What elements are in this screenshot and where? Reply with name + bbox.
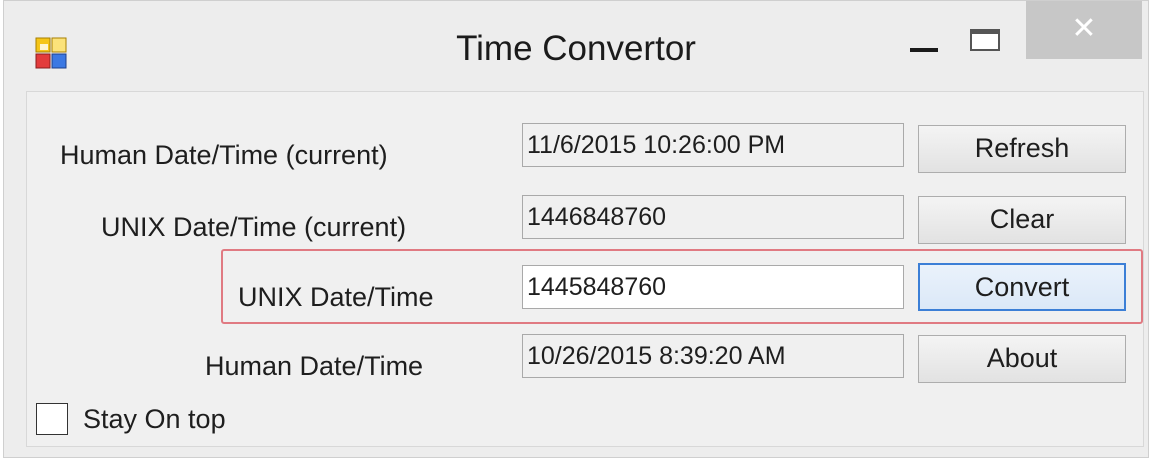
about-button[interactable]: About xyxy=(918,335,1126,383)
title-bar[interactable]: Time Convertor ✕ xyxy=(4,1,1148,91)
unix-current-field[interactable] xyxy=(522,195,904,239)
unix-input-field[interactable] xyxy=(522,265,904,309)
human-output-label: Human Date/Time xyxy=(205,351,424,381)
human-current-label: Human Date/Time (current) xyxy=(60,140,388,170)
convert-button[interactable]: Convert xyxy=(918,263,1126,311)
unix-input-label: UNIX Date/Time xyxy=(238,282,434,312)
close-button[interactable]: ✕ xyxy=(1026,1,1142,59)
stay-on-top-checkbox[interactable] xyxy=(36,403,68,435)
maximize-icon xyxy=(970,29,1000,51)
refresh-button[interactable]: Refresh xyxy=(918,125,1126,173)
human-output-field[interactable] xyxy=(522,334,904,378)
minimize-button[interactable] xyxy=(894,1,954,59)
clear-button[interactable]: Clear xyxy=(918,196,1126,244)
close-icon: ✕ xyxy=(1071,11,1097,46)
minimize-icon xyxy=(910,48,938,52)
human-current-field[interactable] xyxy=(522,123,904,167)
unix-current-label: UNIX Date/Time (current) xyxy=(101,212,407,242)
stay-on-top-label[interactable]: Stay On top xyxy=(83,404,226,435)
maximize-button[interactable] xyxy=(957,1,1017,59)
